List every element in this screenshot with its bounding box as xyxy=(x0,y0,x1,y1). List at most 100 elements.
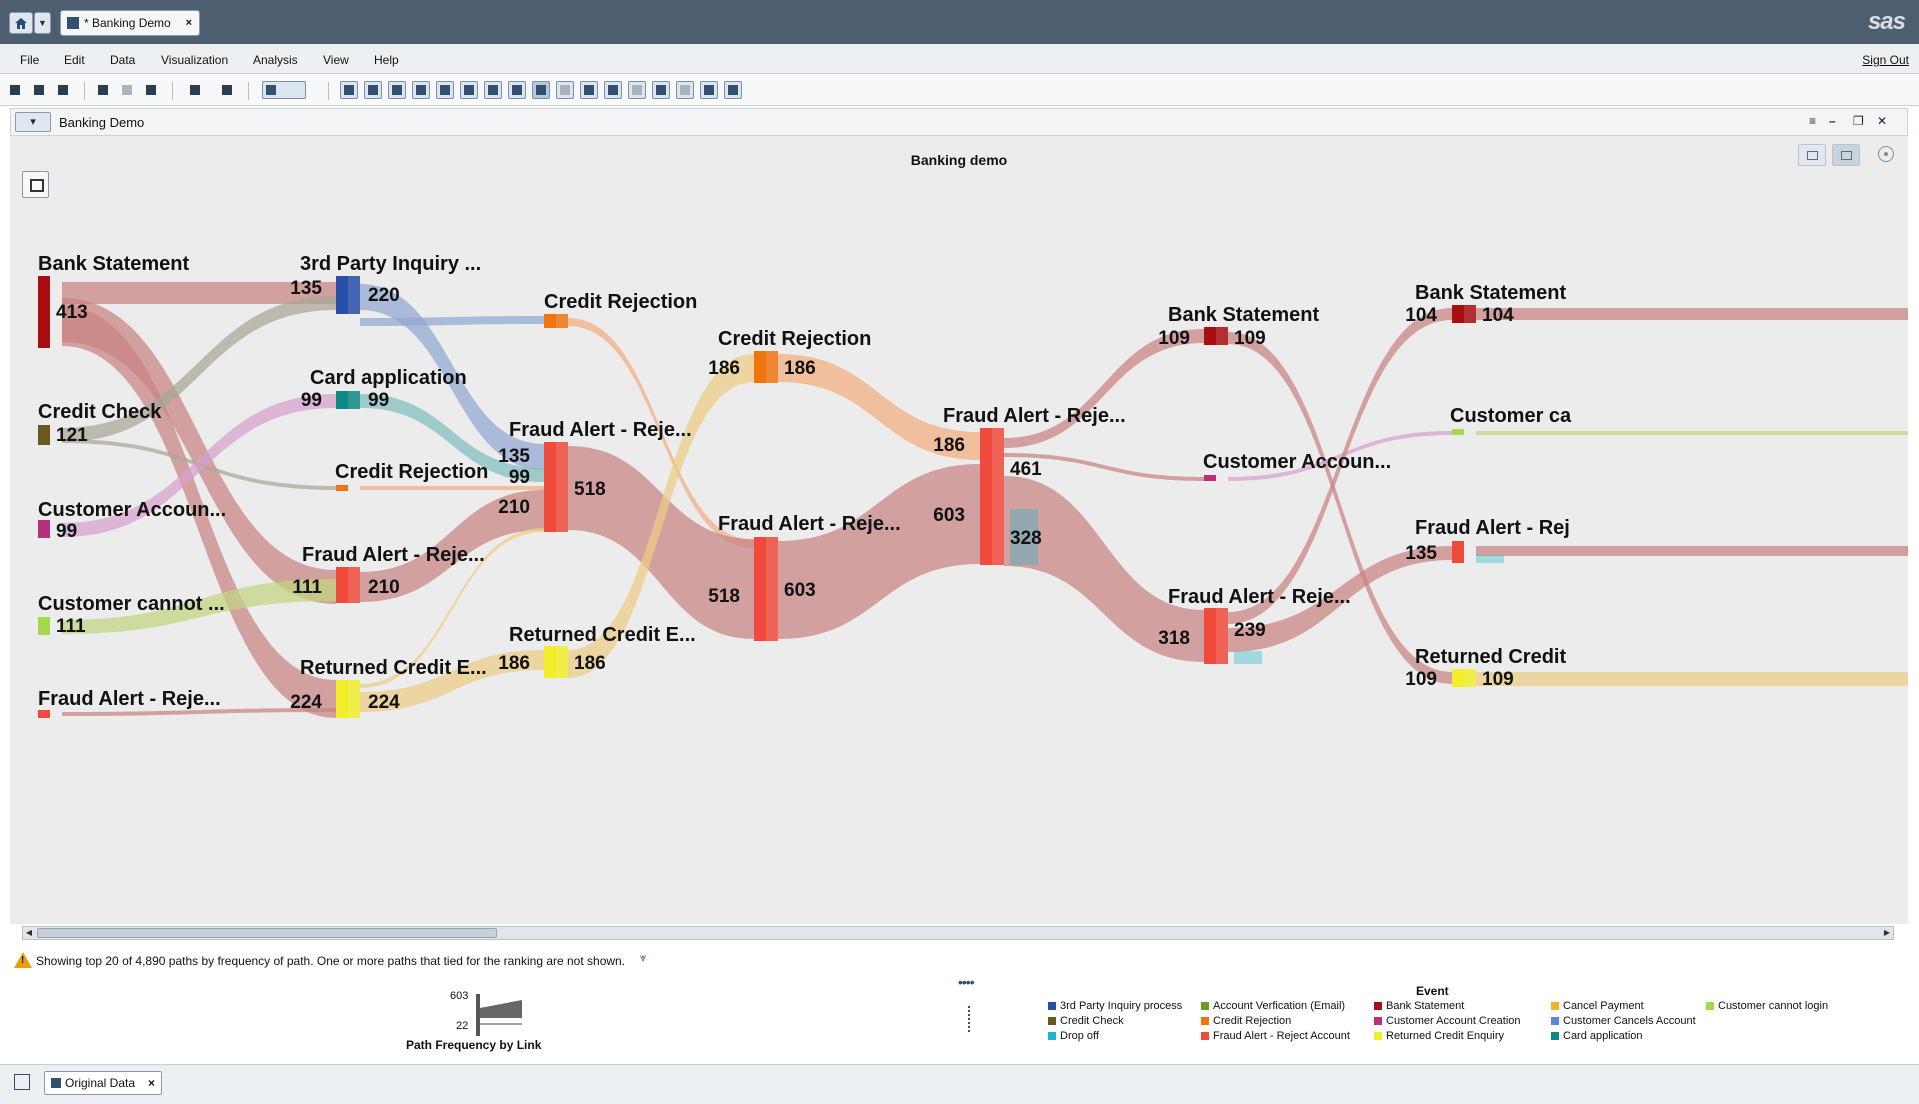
sankey-node-bar[interactable] xyxy=(336,276,348,314)
sankey-node-bar[interactable] xyxy=(1204,327,1216,345)
vertical-grip-icon[interactable] xyxy=(968,1006,971,1032)
menu-analysis[interactable]: Analysis xyxy=(253,53,298,67)
sankey-link[interactable] xyxy=(1476,546,1908,556)
viz-geo-map-button[interactable] xyxy=(628,81,646,99)
sankey-link[interactable] xyxy=(1476,431,1908,435)
menu-visualization[interactable]: Visualization xyxy=(161,53,228,67)
visualization-type-dropdown[interactable]: ▾ xyxy=(15,112,51,132)
sankey-node-bar[interactable] xyxy=(556,442,568,532)
layout-button[interactable] xyxy=(186,81,204,99)
scrollbar-thumb[interactable] xyxy=(37,928,497,938)
scroll-left-arrow[interactable]: ◀ xyxy=(23,927,35,939)
sankey-node-bar[interactable] xyxy=(544,442,556,532)
close-visualization-icon[interactable]: ✕ xyxy=(1877,114,1887,128)
viz-table-button[interactable] xyxy=(364,81,382,99)
horizontal-scrollbar[interactable]: ◀ ▶ xyxy=(22,926,1894,940)
menu-file[interactable]: File xyxy=(20,53,39,67)
viz-heatmap-button[interactable] xyxy=(604,81,622,99)
viz-custom-button[interactable] xyxy=(724,81,742,99)
sankey-node-bar[interactable] xyxy=(1464,669,1476,687)
sankey-node-bar[interactable] xyxy=(1216,327,1228,345)
sankey-node-bar[interactable] xyxy=(766,537,778,641)
save-button[interactable] xyxy=(54,81,72,99)
home-button[interactable] xyxy=(9,12,33,34)
export-button[interactable] xyxy=(142,81,160,99)
menu-edit[interactable]: Edit xyxy=(64,53,85,67)
viz-bubble-button[interactable] xyxy=(484,81,502,99)
sankey-node-bar[interactable] xyxy=(336,485,348,491)
viz-path-analysis-button[interactable] xyxy=(532,81,550,99)
sankey-link[interactable] xyxy=(1476,672,1908,686)
home-dropdown-button[interactable]: ▼ xyxy=(34,12,51,34)
sankey-link[interactable] xyxy=(1476,308,1908,320)
sankey-node-bar[interactable] xyxy=(1452,669,1464,687)
viz-correlation-button[interactable] xyxy=(652,81,670,99)
legend-swatch xyxy=(1201,1002,1209,1010)
sankey-node-bar[interactable] xyxy=(766,351,778,383)
viz-network-button[interactable] xyxy=(508,81,526,99)
sankey-node-bar[interactable] xyxy=(1452,305,1464,323)
sankey-node-bar[interactable] xyxy=(336,680,348,718)
sankey-node-bar[interactable] xyxy=(1464,305,1476,323)
redo-button[interactable] xyxy=(118,81,136,99)
sankey-node-bar[interactable] xyxy=(348,567,360,603)
sankey-link[interactable] xyxy=(568,446,754,639)
viz-bar-chart-button[interactable] xyxy=(340,81,358,99)
viz-decision-tree-button[interactable] xyxy=(700,81,718,99)
sankey-node-bar[interactable] xyxy=(348,391,360,409)
sankey-node-bar[interactable] xyxy=(336,567,348,603)
viz-line-chart-button[interactable] xyxy=(436,81,454,99)
new-exploration-button[interactable] xyxy=(6,81,24,99)
viz-scatter-button[interactable] xyxy=(460,81,478,99)
document-tab[interactable]: * Banking Demo × xyxy=(60,10,200,36)
sankey-node-bar[interactable] xyxy=(1452,429,1464,435)
viz-box-plot-button[interactable] xyxy=(556,81,574,99)
sankey-node-bar[interactable] xyxy=(1204,475,1216,481)
menu-data[interactable]: Data xyxy=(110,53,135,67)
sankey-node-bar[interactable] xyxy=(38,276,50,348)
stack-button[interactable] xyxy=(218,81,236,99)
sankey-node-bar[interactable] xyxy=(38,520,50,538)
filter-details-icon[interactable]: ⩔ xyxy=(640,952,646,965)
close-tab-icon[interactable]: × xyxy=(186,17,192,29)
select-tool-dropdown[interactable] xyxy=(262,81,306,99)
menu-view[interactable]: View xyxy=(323,53,349,67)
menu-help[interactable]: Help xyxy=(374,53,399,67)
data-source-tab[interactable]: Original Data × xyxy=(44,1071,162,1095)
sankey-node-bar[interactable] xyxy=(1216,608,1228,664)
open-button[interactable] xyxy=(30,81,48,99)
sign-out-link[interactable]: Sign Out xyxy=(1862,53,1909,67)
close-data-tab-icon[interactable]: × xyxy=(148,1076,155,1090)
sankey-node-bar[interactable] xyxy=(1204,608,1216,664)
undo-button[interactable] xyxy=(94,81,112,99)
sankey-node-bar[interactable] xyxy=(980,428,992,565)
sankey-node-bar[interactable] xyxy=(348,680,360,718)
sankey-node-bar[interactable] xyxy=(1452,541,1464,563)
sankey-node-bar[interactable] xyxy=(544,314,556,328)
sankey-node-bar[interactable] xyxy=(754,351,766,383)
sankey-node-bar[interactable] xyxy=(38,617,50,635)
drop-off-link[interactable] xyxy=(1234,651,1262,664)
viz-treemap-button[interactable] xyxy=(580,81,598,99)
sankey-node-bar[interactable] xyxy=(556,314,568,328)
viz-crosstab-button[interactable] xyxy=(388,81,406,99)
sankey-node-bar[interactable] xyxy=(38,710,50,718)
viz-histogram-button[interactable] xyxy=(412,81,430,99)
sankey-node-bar[interactable] xyxy=(336,391,348,409)
drop-off-link[interactable] xyxy=(1476,555,1504,563)
sankey-node-bar[interactable] xyxy=(556,646,568,678)
restore-icon[interactable]: ❐ xyxy=(1853,114,1864,128)
sankey-node-bar[interactable] xyxy=(348,276,360,314)
viz-forecast-button[interactable] xyxy=(676,81,694,99)
resize-grip-icon[interactable]: •••• xyxy=(958,974,975,990)
sankey-node-bar[interactable] xyxy=(544,646,556,678)
minimize-icon[interactable]: – xyxy=(1829,114,1836,128)
sankey-node-bar[interactable] xyxy=(992,428,1004,565)
collapse-icon[interactable]: ≡ xyxy=(1809,114,1816,128)
data-sources-icon[interactable] xyxy=(14,1074,30,1090)
sankey-link[interactable] xyxy=(778,464,980,639)
sankey-node-bar[interactable] xyxy=(38,425,50,445)
sankey-node-bar[interactable] xyxy=(754,537,766,641)
sankey-link[interactable] xyxy=(360,316,544,326)
scroll-right-arrow[interactable]: ▶ xyxy=(1881,927,1893,939)
